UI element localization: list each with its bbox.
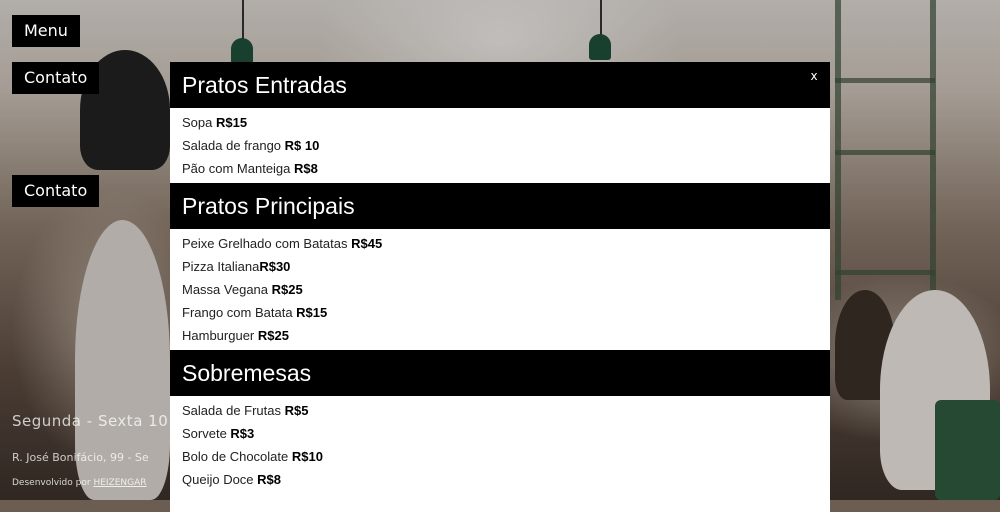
menu-modal: x Pratos Entradas Sopa R$15 Salada de fr…: [170, 62, 830, 512]
list-item: Sopa R$15: [170, 111, 830, 134]
list-item: Salada de frango R$ 10: [170, 134, 830, 157]
list-item: Salada de Frutas R$5: [170, 399, 830, 422]
item-price: R$ 10: [284, 138, 320, 153]
item-name: Pizza Italiana: [182, 259, 260, 274]
contato-button-secondary[interactable]: Contato: [12, 175, 100, 207]
list-item: Bolo de Chocolate R$10: [170, 445, 830, 468]
list-item: Sorvete R$3: [170, 422, 830, 445]
opening-hours: Segunda - Sexta 10: [12, 412, 169, 430]
item-price: R$25: [257, 328, 289, 343]
section-title-sobremesas: Sobremesas: [170, 350, 830, 396]
item-name: Salada de Frutas: [182, 403, 285, 418]
close-icon[interactable]: x: [806, 68, 822, 84]
list-item: Frango com Batata R$15: [170, 301, 830, 324]
item-name: Pão com Manteiga: [182, 161, 295, 176]
list-item: Queijo Doce R$8: [170, 468, 830, 491]
contato-button[interactable]: Contato: [12, 62, 100, 94]
list-item: Hamburguer R$25: [170, 324, 830, 347]
entradas-list: Sopa R$15 Salada de frango R$ 10 Pão com…: [170, 108, 830, 183]
developer-link[interactable]: HEIZENGAR: [93, 478, 146, 488]
list-item: Massa Vegana R$25: [170, 278, 830, 301]
item-price: R$10: [291, 449, 323, 464]
item-price: R$25: [271, 282, 303, 297]
item-name: Peixe Grelhado com Batatas: [182, 236, 352, 251]
item-name: Hamburguer: [182, 328, 258, 343]
item-price: R$3: [230, 426, 255, 441]
item-price: R$8: [257, 472, 282, 487]
list-item: Pão com Manteiga R$8: [170, 157, 830, 180]
item-name: Queijo Doce: [182, 472, 258, 487]
sobremesas-list: Salada de Frutas R$5 Sorvete R$3 Bolo de…: [170, 396, 830, 494]
item-price: R$15: [296, 305, 328, 320]
item-name: Bolo de Chocolate: [182, 449, 292, 464]
item-name: Salada de frango: [182, 138, 285, 153]
list-item: Pizza ItalianaR$30: [170, 255, 830, 278]
item-price: R$45: [351, 236, 383, 251]
section-title-entradas: Pratos Entradas: [170, 62, 830, 108]
list-item: Peixe Grelhado com Batatas R$45: [170, 232, 830, 255]
item-price: R$8: [294, 161, 318, 176]
item-name: Frango com Batata: [182, 305, 297, 320]
item-name: Sorvete: [182, 426, 231, 441]
item-price: R$30: [259, 259, 291, 274]
menu-button[interactable]: Menu: [12, 15, 80, 47]
item-name: Sopa: [182, 115, 216, 130]
item-name: Massa Vegana: [182, 282, 272, 297]
address: R. José Bonifácio, 99 - Se: [12, 451, 149, 464]
developer-credit-prefix: Desenvolvido por: [12, 478, 91, 488]
item-price: R$15: [215, 115, 248, 130]
principais-list: Peixe Grelhado com Batatas R$45 Pizza It…: [170, 229, 830, 350]
item-price: R$5: [284, 403, 309, 418]
developer-credit: Desenvolvido por HEIZENGAR: [12, 478, 147, 488]
section-title-principais: Pratos Principais: [170, 183, 830, 229]
